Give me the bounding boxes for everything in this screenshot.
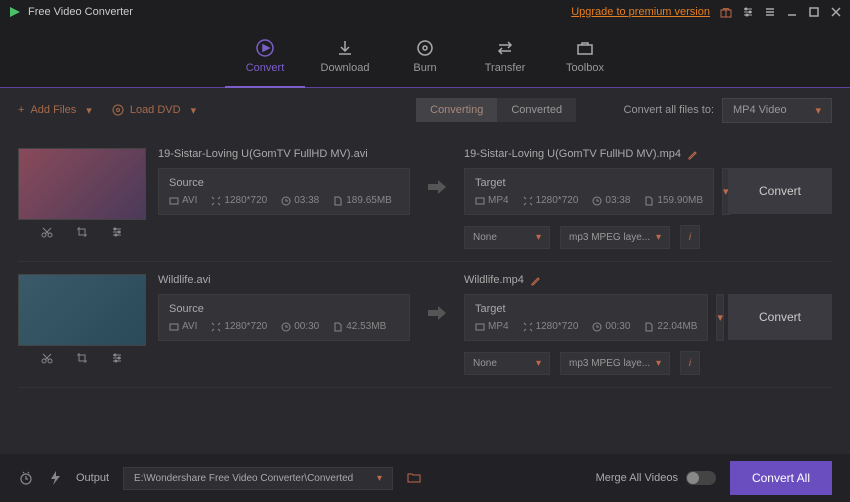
target-info-card: Target MP4 1280*720 03:38 159.90MB	[464, 168, 714, 215]
target-filename: 19-Sistar-Loving U(GomTV FullHD MV).mp4	[464, 148, 681, 160]
audio-track-select[interactable]: mp3 MPEG laye...▾	[560, 352, 670, 375]
status-tabs: Converting Converted	[416, 98, 576, 122]
convert-all-button[interactable]: Convert All	[730, 461, 832, 495]
output-format-select[interactable]: MP4 Video ▾	[722, 98, 832, 123]
info-button[interactable]: i	[680, 351, 700, 375]
trim-icon[interactable]	[41, 226, 53, 238]
nav-convert[interactable]: Convert	[225, 24, 305, 87]
edit-filename-icon[interactable]	[687, 149, 698, 160]
load-dvd-button[interactable]: Load DVD ▾	[112, 104, 196, 117]
output-path-select[interactable]: E:\Wondershare Free Video Converter\Conv…	[123, 467, 393, 490]
titlebar: Free Video Converter Upgrade to premium …	[0, 0, 850, 24]
nav-label: Burn	[413, 62, 436, 74]
convert-icon	[255, 38, 275, 58]
file-row: Wildlife.avi Source AVI 1280*720 00:30 4…	[18, 262, 832, 388]
tab-converted[interactable]: Converted	[497, 98, 576, 122]
nav-toolbox[interactable]: Toolbox	[545, 24, 625, 87]
open-folder-icon[interactable]	[407, 472, 421, 484]
minimize-button[interactable]	[786, 6, 798, 18]
target-info-card: Target MP4 1280*720 00:30 22.04MB	[464, 294, 708, 341]
arrow-icon	[422, 274, 452, 320]
nav-label: Transfer	[485, 62, 526, 74]
target-format-select[interactable]: ▾	[716, 294, 724, 341]
chevron-down-icon: ▾	[815, 104, 821, 117]
tab-converting[interactable]: Converting	[416, 98, 497, 122]
subtitle-select[interactable]: None▾	[464, 226, 550, 249]
download-icon	[335, 38, 355, 58]
toolbox-icon	[575, 38, 595, 58]
crop-icon[interactable]	[76, 352, 88, 364]
gift-icon[interactable]	[720, 6, 732, 18]
nav-burn[interactable]: Burn	[385, 24, 465, 87]
video-thumbnail[interactable]	[18, 274, 146, 346]
maximize-button[interactable]	[808, 6, 820, 18]
settings-icon[interactable]	[742, 6, 754, 18]
burn-icon	[415, 38, 435, 58]
app-logo-icon	[8, 5, 22, 19]
plus-icon: +	[18, 104, 24, 116]
arrow-icon	[422, 148, 452, 194]
menu-icon[interactable]	[764, 6, 776, 18]
file-row: 19-Sistar-Loving U(GomTV FullHD MV).avi …	[18, 136, 832, 262]
info-button[interactable]: i	[680, 225, 700, 249]
app-title: Free Video Converter	[28, 6, 571, 18]
footer: Output E:\Wondershare Free Video Convert…	[0, 454, 850, 502]
chevron-down-icon: ▾	[377, 473, 382, 484]
effects-icon[interactable]	[111, 226, 123, 238]
source-filename: 19-Sistar-Loving U(GomTV FullHD MV).avi	[158, 148, 410, 160]
trim-icon[interactable]	[41, 352, 53, 364]
chevron-down-icon: ▾	[191, 104, 197, 117]
edit-filename-icon[interactable]	[530, 275, 541, 286]
schedule-icon[interactable]	[18, 470, 34, 486]
upgrade-link[interactable]: Upgrade to premium version	[571, 6, 710, 18]
nav-label: Toolbox	[566, 62, 604, 74]
source-filename: Wildlife.avi	[158, 274, 410, 286]
effects-icon[interactable]	[111, 352, 123, 364]
video-thumbnail[interactable]	[18, 148, 146, 220]
nav-label: Convert	[246, 62, 285, 74]
crop-icon[interactable]	[76, 226, 88, 238]
target-filename: Wildlife.mp4	[464, 274, 524, 286]
nav-download[interactable]: Download	[305, 24, 385, 87]
main-nav: Convert Download Burn Transfer Toolbox	[0, 24, 850, 88]
output-label: Output	[76, 472, 109, 484]
toolbar: + Add Files ▾ Load DVD ▾ Converting Conv…	[0, 88, 850, 132]
subtitle-select[interactable]: None▾	[464, 352, 550, 375]
transfer-icon	[495, 38, 515, 58]
close-button[interactable]	[830, 6, 842, 18]
nav-transfer[interactable]: Transfer	[465, 24, 545, 87]
file-list: 19-Sistar-Loving U(GomTV FullHD MV).avi …	[0, 132, 850, 392]
gpu-icon[interactable]	[48, 470, 62, 486]
disc-icon	[112, 104, 124, 116]
merge-label: Merge All Videos	[596, 472, 678, 484]
convert-button[interactable]: Convert	[728, 168, 832, 214]
source-info-card: Source AVI 1280*720 00:30 42.53MB	[158, 294, 410, 341]
add-files-button[interactable]: + Add Files ▾	[18, 104, 92, 117]
convert-all-label: Convert all files to:	[624, 104, 714, 116]
merge-toggle[interactable]	[686, 471, 716, 485]
source-info-card: Source AVI 1280*720 03:38 189.65MB	[158, 168, 410, 215]
chevron-down-icon: ▾	[86, 104, 92, 117]
convert-button[interactable]: Convert	[728, 294, 832, 340]
nav-label: Download	[321, 62, 370, 74]
audio-track-select[interactable]: mp3 MPEG laye...▾	[560, 226, 670, 249]
